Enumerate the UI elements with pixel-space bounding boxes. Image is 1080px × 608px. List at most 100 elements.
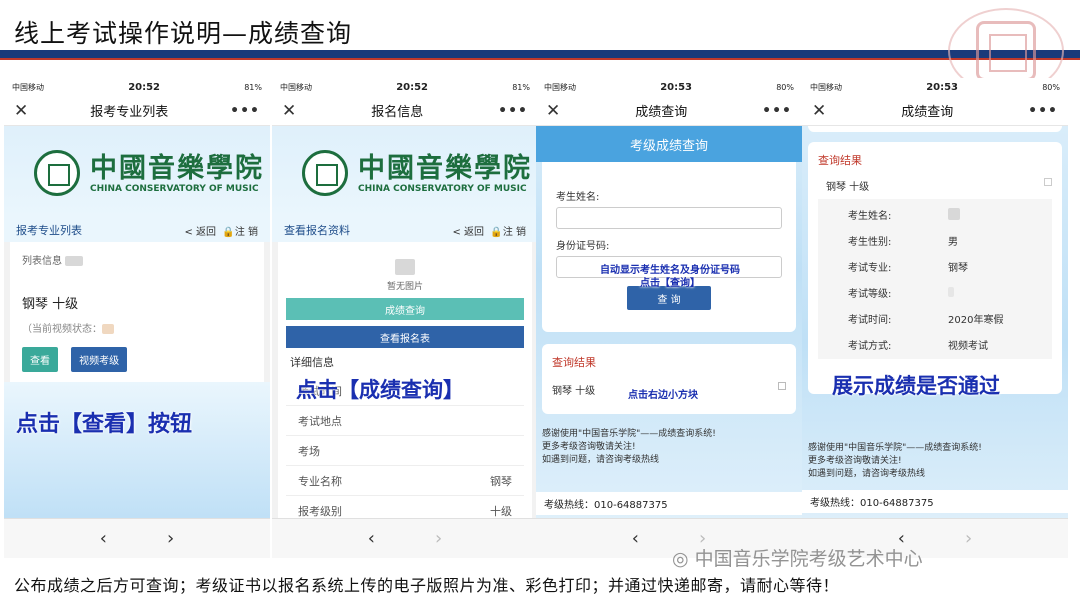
result-item: 钢琴 十级 [552,386,596,397]
more-icon[interactable]: ••• [498,103,528,119]
close-icon[interactable]: ✕ [282,101,296,121]
detail-heading: 详细信息 [290,356,334,369]
more-icon[interactable]: ••• [1028,103,1058,119]
more-icon[interactable]: ••• [230,103,260,119]
slide-footer-text: 公布成绩之后方可查询；考级证书以报名系统上传的电子版照片为准、彩色打印；并通过快… [14,576,840,595]
score-query-button[interactable]: 成绩查询 [286,298,524,320]
hotline-bar: 考级热线：010-64887375 [536,492,802,515]
query-result-card: 查询结果 钢琴 十级 [542,344,796,414]
title-rule [0,50,1080,58]
battery: 80% [1042,82,1060,92]
annotation-show-result: 展示成绩是否通过 [832,373,1000,398]
no-image-text: 暂无图片 [386,282,423,292]
phone-screen-4: 中国移动 20:53 80% ✕ 成绩查询 ••• 查询结果 钢琴 十级 考生姓… [802,78,1068,558]
title-rule-accent [0,58,1080,60]
video-status-label: （当前视频状态： [22,324,102,335]
nav-bar: ✕ 成绩查询 ••• [536,96,802,126]
carrier: 中国移动 [280,82,312,92]
logout-link[interactable]: 注 销 [235,227,258,238]
view-form-button[interactable]: 查看报名表 [286,326,524,348]
browser-bottom-nav: ‹ › [272,518,538,558]
wechat-icon: ◎ [672,548,689,570]
score-query-header: 考级成绩查询 [536,126,802,162]
forward-arrow-icon[interactable]: › [167,528,174,549]
close-icon[interactable]: ✕ [812,101,826,121]
nav-bar: ✕ 报名信息 ••• [272,96,538,126]
exam-list-card: 列表信息 钢琴 十级 （当前视频状态： 查看 视频考级 [10,242,264,382]
list-info-label: 列表信息 [22,256,62,267]
nav-title: 报考专业列表 [90,105,169,120]
logout-link[interactable]: 注 销 [503,227,526,238]
back-link[interactable]: < 返回 [184,227,216,238]
detail-row: 考试地点 [286,406,524,436]
expand-square-icon[interactable] [778,382,786,390]
section-title: 报考专业列表 [16,224,82,237]
slide-title: 线上考试操作说明—成绩查询 [14,19,353,48]
annotation-click-score: 点击【成绩查询】 [296,377,464,402]
status-bar: 中国移动 20:52 81% [4,78,270,96]
carrier: 中国移动 [12,82,44,92]
wechat-watermark: ◎ 中国音乐学院考级艺术中心 [672,548,923,570]
result-detail-card: 查询结果 钢琴 十级 考生姓名: 考生性别: 男 考试专业: 钢琴 考试等级: 考试… [808,142,1062,394]
detail-row: 考试专业: 钢琴 [848,262,968,274]
status-bar: 中国移动 20:53 80% [536,78,802,96]
forward-arrow-icon[interactable]: › [965,528,972,549]
school-name-cn: 中國音樂學院 [358,153,532,184]
detail-row: 考试方式: 视频考试 [848,340,988,352]
annotation-click-square: 点击右边小方块 [628,390,698,401]
sub-header: 查看报名资料 < 返回 🔒注 销 [272,218,538,242]
phone-screen-2: 中国移动 20:52 81% ✕ 报名信息 ••• 中國音樂學院 CHINA C… [272,78,538,558]
detail-row: 考生性别: 男 [848,236,958,248]
detail-row: 考试等级: [818,279,1052,305]
close-icon[interactable]: ✕ [14,101,28,121]
hotline-bar: 考级热线：010-64887375 [802,490,1068,513]
status-bar: 中国移动 20:52 81% [272,78,538,96]
phone-screen-3: 中国移动 20:53 80% ✕ 成绩查询 ••• 考级成绩查询 考生姓名: 身… [536,78,802,558]
school-banner: 中國音樂學院 CHINA CONSERVATORY OF MUSIC [272,126,538,218]
result-item: 钢琴 十级 [826,182,870,193]
status-time: 20:52 [396,81,429,93]
back-link[interactable]: < 返回 [452,227,484,238]
result-title: 查询结果 [552,356,596,369]
school-name-en: CHINA CONSERVATORY OF MUSIC [358,184,527,194]
battery: 81% [244,82,262,92]
annotation-click-view: 点击【查看】按钮 [16,411,193,437]
lock-icon: 🔒 [222,226,235,238]
sub-header: 报考专业列表 < 返回 🔒注 销 [4,218,270,242]
section-title: 查看报名资料 [284,224,350,237]
lock-icon: 🔒 [490,226,503,238]
carrier: 中国移动 [544,82,576,92]
browser-bottom-nav: ‹ › [4,518,270,558]
thanks-text: 感谢使用"中国音乐学院"——成绩查询系统! 更多考级咨询敬请关注! 如遇到问题，… [808,443,982,479]
query-form: 考生姓名: 身份证号码: 查 询 [542,162,796,332]
detail-row: 专业名称 钢琴 [286,466,524,496]
video-status-value [102,324,114,334]
back-arrow-icon[interactable]: ‹ [100,528,107,549]
battery: 80% [776,82,794,92]
status-bar: 中国移动 20:53 80% [802,78,1068,96]
slide: 线上考试操作说明—成绩查询 中国移动 20:52 81% ✕ 报考专业列表 ••… [0,0,1080,608]
collapse-square-icon[interactable] [1044,178,1052,186]
video-exam-button[interactable]: 视频考级 [71,347,128,372]
nav-title: 报名信息 [371,105,424,120]
photo-placeholder-icon [395,258,415,275]
more-icon[interactable]: ••• [762,103,792,119]
nav-title: 成绩查询 [901,105,954,120]
collapsed-card [808,126,1062,132]
redacted-level [948,287,954,297]
back-arrow-icon[interactable]: ‹ [632,528,639,549]
back-arrow-icon[interactable]: ‹ [368,528,375,549]
close-icon[interactable]: ✕ [546,101,560,121]
status-time: 20:52 [128,81,161,93]
nav-bar: ✕ 报考专业列表 ••• [4,96,270,126]
forward-arrow-icon[interactable]: › [435,528,442,549]
school-name-en: CHINA CONSERVATORY OF MUSIC [90,184,259,194]
name-input[interactable] [556,207,782,229]
school-emblem-icon [302,150,348,196]
detail-row: 考场 [286,436,524,466]
nav-title: 成绩查询 [635,105,688,120]
view-button[interactable]: 查看 [22,347,58,372]
result-details: 考生姓名: 考生性别: 男 考试专业: 钢琴 考试等级: 考试时间: 2020年寒假 … [818,199,1052,359]
battery: 81% [512,82,530,92]
name-label: 考生姓名: [556,192,600,203]
